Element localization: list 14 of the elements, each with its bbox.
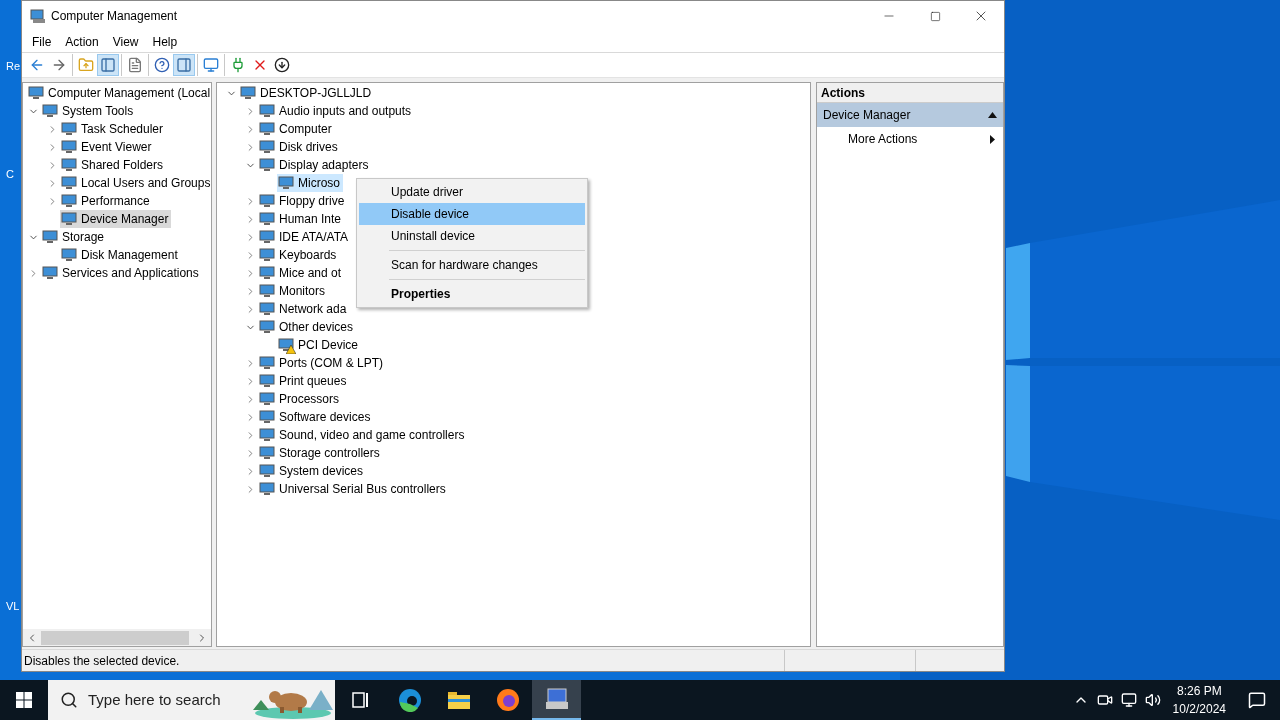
volume-icon[interactable] (1144, 692, 1161, 708)
browser-icon (397, 688, 422, 712)
folder-icon (446, 690, 471, 710)
taskbar-app[interactable] (532, 680, 581, 720)
windows-logo-icon (16, 692, 32, 708)
notifications-icon (1248, 691, 1266, 709)
search-icon (60, 691, 78, 709)
task-view-icon (351, 692, 370, 708)
computer-management-icon (543, 687, 570, 711)
clock[interactable]: 8:26 PM 10/2/2024 (1164, 682, 1234, 718)
search-field[interactable]: Type here to search (88, 688, 248, 712)
network-icon[interactable] (1120, 692, 1137, 708)
search-bar[interactable]: Type here to search (48, 680, 335, 720)
camera-icon[interactable] (1096, 692, 1113, 708)
